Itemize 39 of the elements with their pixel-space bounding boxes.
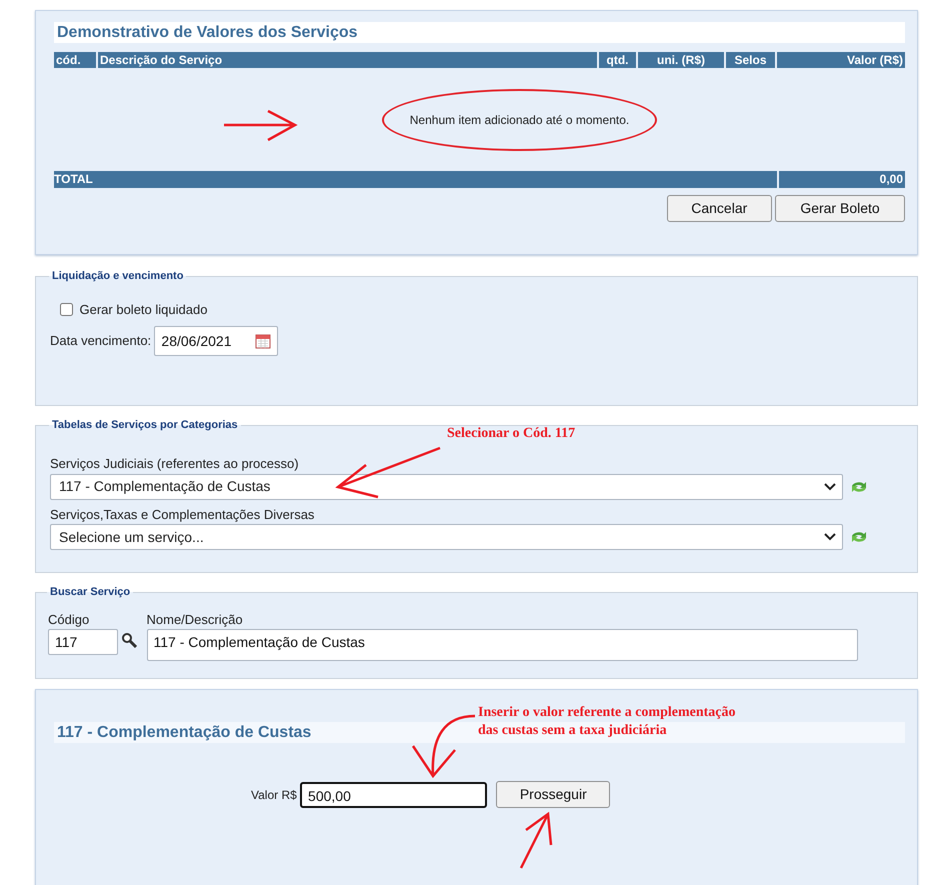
- proceed-button[interactable]: Prosseguir: [496, 781, 610, 808]
- column-header: Selos: [724, 52, 775, 68]
- column-header: uni. (R$): [636, 52, 724, 68]
- date-field[interactable]: 28/06/2021: [154, 326, 278, 356]
- column-header: Valor (R$): [775, 52, 905, 68]
- action-button[interactable]: Gerar Boleto: [775, 194, 905, 222]
- field-label: Código: [48, 610, 90, 629]
- column-header: Descrição do Serviço: [96, 52, 597, 68]
- field-label: Valor R$: [251, 786, 297, 804]
- empty-message: Nenhum item adicionado até o momento.: [410, 112, 630, 126]
- code-field[interactable]: 117: [48, 629, 118, 655]
- dropdown-caret-icon: [824, 482, 836, 490]
- field-label: Serviços Judiciais (referentes ao processo): [50, 455, 300, 473]
- search-icon[interactable]: [121, 632, 138, 648]
- name-field[interactable]: 117 - Complementação de Custas: [146, 629, 858, 661]
- panel-title: Demonstrativo de Valores dos Serviços: [54, 22, 905, 43]
- checkbox[interactable]: [60, 303, 73, 316]
- column-header: qtd.: [597, 52, 636, 68]
- calendar-icon[interactable]: [255, 333, 272, 349]
- total-label: TOTAL: [54, 171, 94, 188]
- amount-field[interactable]: 500,00: [300, 782, 488, 808]
- group-legend: Buscar Serviço: [47, 585, 134, 599]
- group-legend: Liquidação e vencimento: [49, 269, 186, 283]
- field-label: Nome/Descrição: [146, 610, 244, 629]
- checkbox-label: Gerar boleto liquidado: [80, 301, 208, 319]
- arrow-annotation: [412, 714, 476, 778]
- field-label: Serviços,Taxas e Complementações Diversas: [50, 506, 316, 524]
- annotation-text: Selecionar o Cód. 117: [447, 425, 576, 443]
- dropdown-caret-icon: [824, 533, 836, 541]
- select-field[interactable]: Selecione um serviço...: [50, 524, 842, 550]
- select-field[interactable]: 117 - Complementação de Custas: [50, 474, 842, 500]
- group-legend: Tabelas de Serviços por Categorias: [49, 418, 241, 432]
- column-header: cód.: [54, 52, 96, 68]
- field-label: Data vencimento:: [50, 332, 152, 350]
- total-value: 0,00: [777, 171, 905, 188]
- arrow-annotation: [520, 812, 552, 870]
- action-button[interactable]: Cancelar: [666, 194, 772, 222]
- annotation-text: Inserir o valor referente a complementação das custas sem a taxa judiciária: [478, 704, 737, 740]
- date-value: 28/06/2021: [161, 332, 232, 350]
